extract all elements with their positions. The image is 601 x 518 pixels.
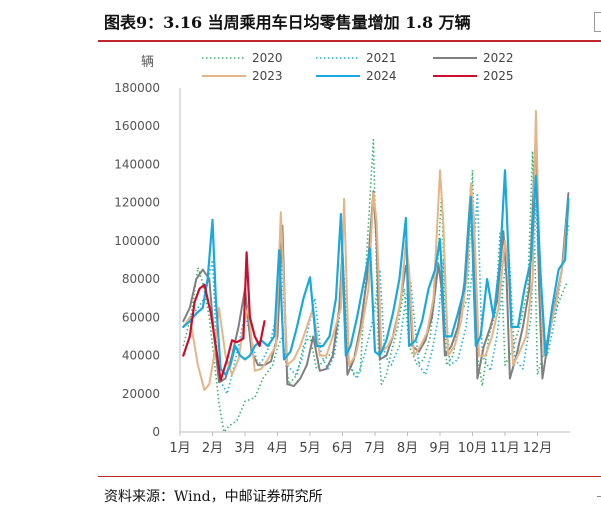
y-tick-label: 120000 <box>114 196 160 210</box>
y-tick-label: 60000 <box>122 310 160 324</box>
x-tick-label: 3月 <box>234 441 255 456</box>
x-tick-label: 1月 <box>169 441 190 456</box>
x-tick-label: 6月 <box>332 441 353 456</box>
series-line-2025 <box>182 251 266 382</box>
series-lines <box>182 109 570 433</box>
x-tick-label: 12月 <box>523 441 553 456</box>
x-tick-label: 9月 <box>429 441 450 456</box>
figure-title: 图表9：3.16 当周乘用车日均零售量增加 1.8 万辆 <box>104 13 471 32</box>
y-axis-unit-label: 辆 <box>141 55 154 70</box>
y-tick-label: 40000 <box>122 349 160 363</box>
x-tick-label: 8月 <box>397 441 418 456</box>
y-tick-label: 180000 <box>114 81 160 95</box>
legend-label-2022: 2022 <box>483 51 514 65</box>
x-tick-label: 11月 <box>490 441 520 456</box>
legend-label-2020: 2020 <box>252 51 283 65</box>
x-tick-label: 7月 <box>364 441 385 456</box>
legend-label-2025: 2025 <box>483 69 514 83</box>
x-tick-label: 2月 <box>202 441 223 456</box>
title-bar: 图表9：3.16 当周乘用车日均零售量增加 1.8 万辆 <box>98 0 601 42</box>
source-note: 资料来源：Wind，中邮证券研究所 <box>104 489 323 505</box>
legend-label-2024: 2024 <box>366 69 397 83</box>
daily-retail-line-chart: 辆 2020 2021 2022 2023 2024 2025 0 20000 40000 60… <box>114 51 570 456</box>
x-tick-label: 10月 <box>458 441 488 456</box>
legend-label-2023: 2023 <box>252 69 283 83</box>
chart-legend: 2020 2021 2022 2023 2024 2025 <box>202 51 514 83</box>
x-tick-label: 5月 <box>299 441 320 456</box>
y-tick-label: 80000 <box>122 272 160 286</box>
y-tick-label: 160000 <box>114 119 160 133</box>
x-axis: 1月 2月 3月 4月 5月 6月 7月 8月 9月 10月 11月 12月 <box>169 431 570 456</box>
title-corner-mark <box>594 12 601 32</box>
x-tick-label: 4月 <box>267 441 288 456</box>
y-tick-label: 20000 <box>122 387 160 401</box>
y-tick-label: 140000 <box>114 157 160 171</box>
footer-tick <box>597 496 601 497</box>
source-divider <box>98 476 601 477</box>
y-tick-label: 0 <box>152 425 160 439</box>
legend-label-2021: 2021 <box>366 51 397 65</box>
y-axis: 0 20000 40000 60000 80000 100000 120000 140000 1… <box>114 81 181 439</box>
y-tick-label: 100000 <box>114 234 160 248</box>
